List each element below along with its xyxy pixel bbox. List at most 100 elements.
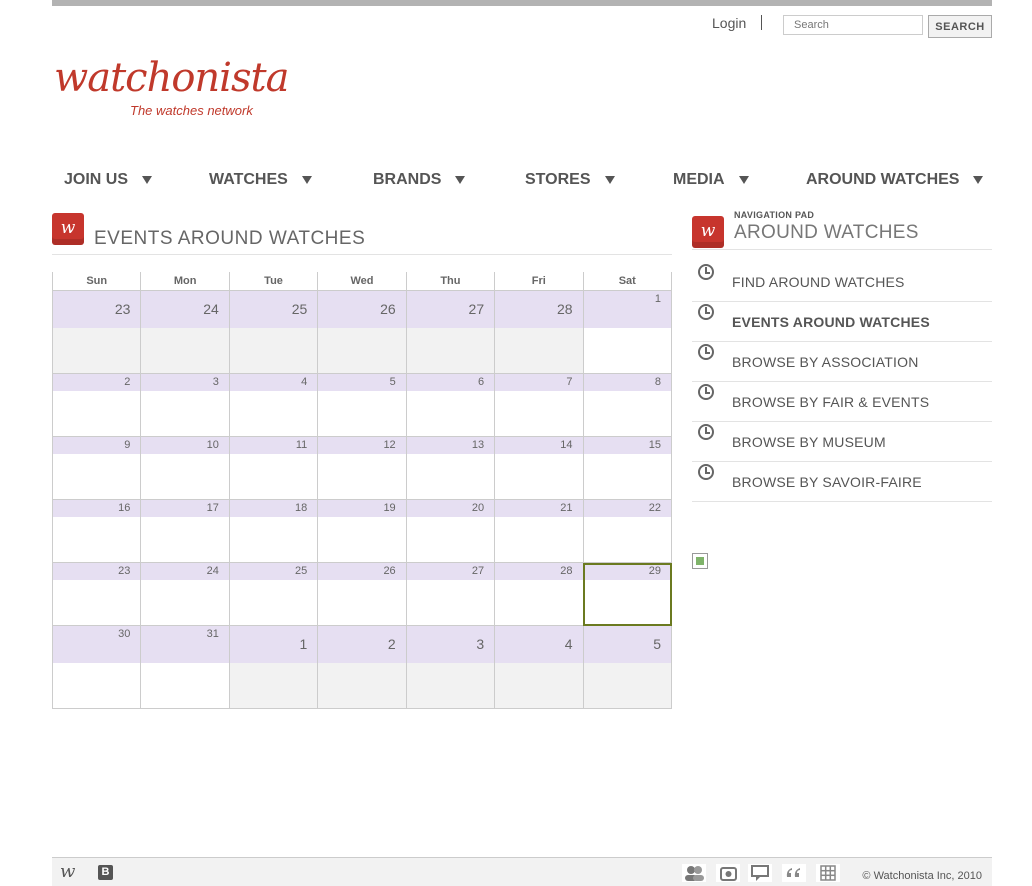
calendar-day-cell[interactable]: 4 [494,625,584,709]
calendar-day-cell[interactable]: 25 [228,290,319,374]
calendar-day-cell[interactable]: 28 [494,562,584,626]
calendar-day-cell[interactable]: 24 [140,290,230,374]
calendar-day-body [584,454,671,499]
calendar-day-cell[interactable]: 3 [405,625,496,709]
calendar-day-number: 16 [53,500,141,517]
calendar-day-number: 24 [141,291,229,328]
calendar-day-cell[interactable]: 9 [51,436,142,500]
caret-down-icon [604,176,615,184]
watchonista-w-icon: w [52,213,84,245]
site-logo[interactable]: watchonista The watches network [54,56,289,118]
calendar-day-cell[interactable]: 6 [405,373,496,437]
login-link[interactable]: Login [712,15,746,31]
calendar-day-cell[interactable]: 5 [582,625,673,709]
calendar-day-cell[interactable]: 17 [140,499,230,563]
members-icon[interactable] [682,864,706,882]
nav-pad-item-savoir-faire[interactable]: BROWSE BY SAVOIR-FAIRE [692,462,992,502]
calendar-day-cell[interactable]: 13 [405,436,496,500]
calendar-day-cell[interactable]: 28 [494,290,584,374]
calendar-day-cell[interactable]: 10 [140,436,230,500]
calendar-day-cell[interactable]: 1 [582,290,673,374]
calendar-day-body [495,580,582,625]
calendar-day-cell[interactable]: 16 [51,499,142,563]
main-nav: JOIN US WATCHES BRANDS STORES MEDIA AROU… [52,171,992,191]
nav-watches[interactable]: WATCHES [209,171,312,189]
calendar-day-cell[interactable]: 23 [51,290,142,374]
calendar-day-cell[interactable]: 26 [317,562,407,626]
nav-stores[interactable]: STORES [525,171,615,189]
clock-icon [698,344,714,360]
nav-pad-item-museum[interactable]: BROWSE BY MUSEUM [692,422,992,462]
calendar-day-cell[interactable]: 14 [494,436,584,500]
comment-icon[interactable] [748,864,772,882]
calendar-day-cell[interactable]: 4 [228,373,319,437]
calendar-day-body [584,517,671,562]
blog-b-icon[interactable]: B [98,865,113,880]
calendar-day-cell[interactable]: 27 [405,562,496,626]
calendar-day-cell[interactable]: 30 [51,625,142,709]
nav-pad-item-find[interactable]: FIND AROUND WATCHES [692,262,992,302]
calendar-day-body [407,454,494,499]
quote-icon[interactable] [782,864,806,882]
calendar-day-cell[interactable]: 29 [582,562,673,626]
calendar-day-cell[interactable]: 25 [228,562,319,626]
nav-label: BRANDS [373,171,442,188]
calendar-day-body [583,663,671,708]
nav-pad-item-events[interactable]: EVENTS AROUND WATCHES [692,302,992,342]
calendar-day-cell[interactable]: 26 [317,290,407,374]
search-button[interactable]: SEARCH [928,15,992,38]
calendar-day-cell[interactable]: 27 [405,290,496,374]
calendar-day-body [407,580,494,625]
calendar-day-number: 23 [53,291,141,328]
calendar-day-number: 26 [318,291,406,328]
calendar-day-body [406,663,495,708]
calendar-day-body [53,454,140,499]
calendar-day-cell[interactable]: 23 [51,562,142,626]
calendar-day-cell[interactable]: 1 [228,625,319,709]
watchonista-w-icon[interactable]: w [60,861,75,882]
calendar-day-cell[interactable]: 21 [494,499,584,563]
grid-icon[interactable] [816,864,840,882]
nav-pad-item-association[interactable]: BROWSE BY ASSOCIATION [692,342,992,382]
calendar-day-body [407,517,494,562]
calendar-day-body [495,454,582,499]
calendar-day-cell[interactable]: 24 [140,562,230,626]
calendar-day-cell[interactable]: 20 [405,499,496,563]
weekday-tue: Tue [228,272,319,291]
calendar-day-number: 8 [583,374,671,391]
calendar-day-cell[interactable]: 22 [582,499,673,563]
photo-icon[interactable] [716,864,740,882]
calendar-day-cell[interactable]: 2 [51,373,142,437]
nav-label: WATCHES [209,171,288,188]
calendar-day-cell[interactable]: 2 [317,625,407,709]
calendar-day-cell[interactable]: 5 [317,373,407,437]
calendar-day-cell[interactable]: 3 [140,373,230,437]
calendar-day-body [584,328,671,373]
nav-brands[interactable]: BRANDS [373,171,466,189]
calendar-day-cell[interactable]: 8 [582,373,673,437]
calendar-day-number: 11 [229,437,318,454]
nav-pad-item-label: EVENTS AROUND WATCHES [732,314,930,330]
calendar-day-cell[interactable]: 15 [582,436,673,500]
calendar-day-body [318,328,406,373]
nav-around-watches[interactable]: AROUND WATCHES [806,171,984,189]
calendar-day-number: 13 [406,437,495,454]
calendar-day-body [230,391,317,436]
nav-pad-item-fair-events[interactable]: BROWSE BY FAIR & EVENTS [692,382,992,422]
calendar-day-number: 21 [495,500,583,517]
calendar-day-cell[interactable]: 12 [317,436,407,500]
calendar-day-number: 3 [406,626,495,663]
calendar-day-cell[interactable]: 11 [228,436,319,500]
nav-pad-title: AROUND WATCHES [734,222,919,243]
calendar-day-body [318,391,405,436]
calendar-day-number: 5 [583,626,671,663]
nav-media[interactable]: MEDIA [673,171,749,189]
search-input[interactable] [783,15,923,35]
calendar-day-number: 6 [406,374,495,391]
calendar-day-cell[interactable]: 31 [140,625,230,709]
calendar-day-cell[interactable]: 7 [494,373,584,437]
calendar-day-cell[interactable]: 19 [317,499,407,563]
calendar-day-cell[interactable]: 18 [228,499,319,563]
nav-join-us[interactable]: JOIN US [64,171,153,189]
calendar-day-number: 26 [318,563,406,580]
